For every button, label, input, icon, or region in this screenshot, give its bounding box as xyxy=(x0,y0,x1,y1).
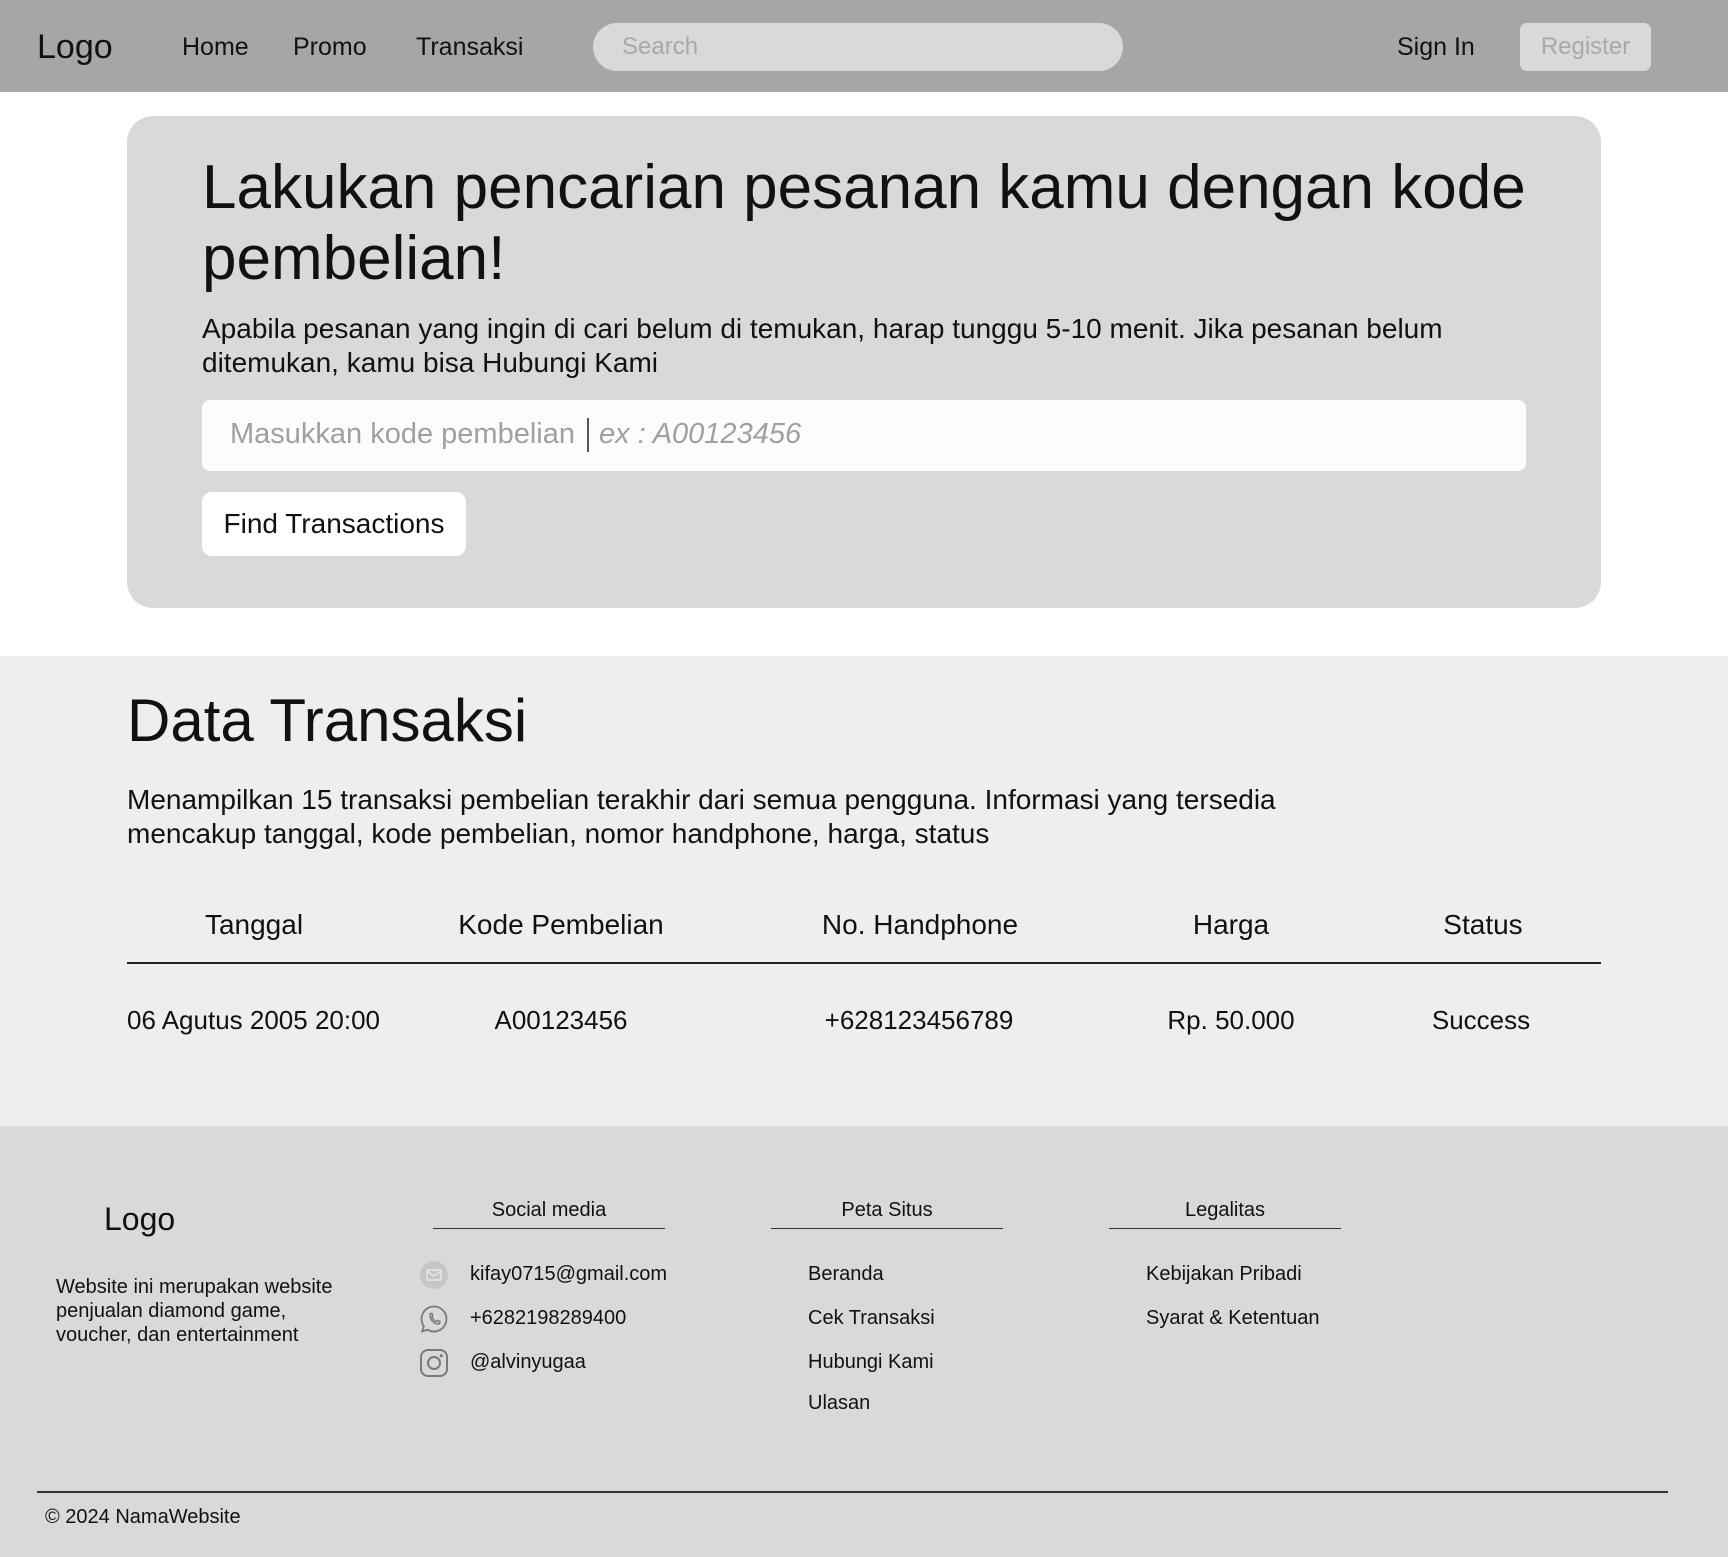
table-header-divider xyxy=(127,962,1601,964)
instagram-icon xyxy=(419,1348,449,1378)
placeholder-text: Masukkan kode pembelian xyxy=(230,418,575,450)
legal-heading: Legalitas xyxy=(1109,1199,1341,1229)
cell-kode-pembelian: A00123456 xyxy=(494,1005,628,1035)
sitemap-heading: Peta Situs xyxy=(771,1199,1003,1229)
cell-status: Success xyxy=(1431,1005,1531,1035)
purchase-code-input[interactable]: Masukkan kode pembelian ex : A00123456 xyxy=(202,400,1526,471)
search-input[interactable] xyxy=(593,23,1123,71)
footer-logo[interactable]: Logo xyxy=(104,1201,175,1238)
footer-about: Website ini merupakan website penjualan … xyxy=(56,1276,333,1346)
placeholder-example: ex : A00123456 xyxy=(598,418,802,450)
social-email-label: kifay0715@gmail.com xyxy=(470,1263,668,1285)
column-header-status: Status xyxy=(1443,909,1523,940)
legal-link-kebijakan-pribadi[interactable]: Kebijakan Pribadi xyxy=(1146,1263,1302,1286)
nav-link-home[interactable]: Home xyxy=(182,33,249,62)
hero-description: Apabila pesanan yang ingin di cari belum… xyxy=(202,313,1443,378)
text-cursor xyxy=(586,418,589,453)
hero-title: Lakukan pencarian pesanan kamu dengan ko… xyxy=(202,153,1526,293)
mail-icon xyxy=(419,1260,449,1290)
social-media-heading: Social media xyxy=(433,1199,665,1229)
nav-logo[interactable]: Logo xyxy=(37,28,113,67)
column-header-no-handphone: No. Handphone xyxy=(821,909,1019,940)
nav-link-promo[interactable]: Promo xyxy=(293,33,367,62)
column-header-kode-pembelian: Kode Pembelian xyxy=(458,909,664,940)
search-card: Lakukan pencarian pesanan kamu dengan ko… xyxy=(127,116,1601,608)
social-instagram-label: @alvinyugaa xyxy=(470,1351,586,1373)
footer: Logo Website ini merupakan website penju… xyxy=(0,1126,1728,1557)
nav-link-transaksi[interactable]: Transaksi xyxy=(416,33,523,62)
sitemap-link-hubungi-kami[interactable]: Hubungi Kami xyxy=(808,1351,934,1374)
social-whatsapp-label: +6282198289400 xyxy=(470,1307,627,1329)
column-header-harga: Harga xyxy=(1192,909,1270,940)
sitemap-link-ulasan[interactable]: Ulasan xyxy=(808,1392,870,1415)
whatsapp-icon xyxy=(419,1304,449,1334)
purchase-code-placeholder: Masukkan kode pembelian ex : A00123456 xyxy=(230,418,802,453)
sitemap-link-cek-transaksi[interactable]: Cek Transaksi xyxy=(808,1307,935,1330)
cell-tanggal: 06 Agutus 2005 20:00 xyxy=(127,1005,381,1035)
register-button[interactable]: Register xyxy=(1520,23,1651,71)
footer-divider xyxy=(37,1491,1668,1493)
transactions-description: Menampilkan 15 transaksi pembelian terak… xyxy=(127,784,1276,849)
column-header-tanggal: Tanggal xyxy=(204,909,304,940)
cell-no-handphone: +628123456789 xyxy=(824,1005,1014,1035)
transactions-section: Data Transaksi Menampilkan 15 transaksi … xyxy=(0,656,1728,1126)
cell-harga: Rp. 50.000 xyxy=(1167,1005,1295,1035)
navbar: Logo Home Promo Transaksi Sign In Regist… xyxy=(0,0,1728,92)
copyright: © 2024 NamaWebsite xyxy=(45,1506,241,1528)
sitemap-link-beranda[interactable]: Beranda xyxy=(808,1263,884,1286)
find-transactions-button[interactable]: Find Transactions xyxy=(202,492,466,556)
sign-in-link[interactable]: Sign In xyxy=(1397,33,1475,62)
transactions-title: Data Transaksi xyxy=(127,687,528,754)
legal-link-syarat-ketentuan[interactable]: Syarat & Ketentuan xyxy=(1146,1307,1319,1330)
